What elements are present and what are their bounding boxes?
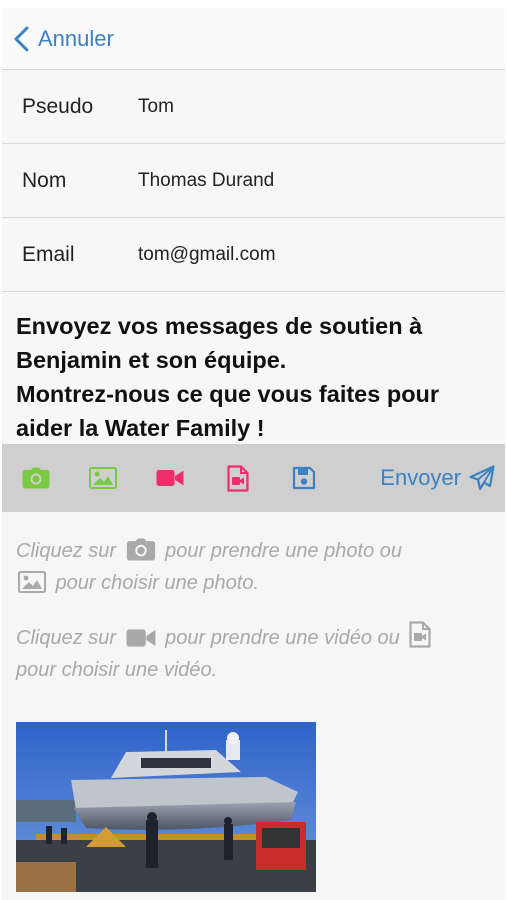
save-button[interactable]	[286, 444, 322, 512]
cancel-button[interactable]: Annuler	[12, 26, 114, 52]
nom-row[interactable]: Nom Thomas Durand	[2, 144, 505, 218]
choose-video-button[interactable]	[220, 444, 256, 512]
save-icon	[292, 466, 316, 490]
support-message: Envoyez vos messages de soutien à Benjam…	[2, 292, 505, 444]
boat-photo	[16, 722, 316, 892]
nav-bar: Annuler	[2, 8, 505, 70]
video-camera-icon	[156, 470, 184, 486]
video-camera-icon	[126, 629, 156, 647]
pseudo-field[interactable]: Tom	[138, 96, 174, 118]
message-line: aider la Water Family !	[16, 415, 265, 441]
image-icon	[18, 571, 46, 593]
send-label: Envoyer	[380, 465, 461, 490]
take-photo-button[interactable]	[18, 444, 54, 512]
choose-photo-button[interactable]	[85, 444, 121, 512]
camera-icon	[126, 538, 155, 561]
message-line: Montrez-nous ce que vous faites pour	[16, 381, 440, 407]
cancel-label: Annuler	[38, 25, 114, 51]
email-row[interactable]: Email tom@gmail.com	[2, 218, 505, 292]
media-toolbar: Envoyer	[2, 444, 505, 512]
photo-help-text: pour prendre une photo ou	[165, 540, 403, 562]
pseudo-label: Pseudo	[22, 94, 94, 118]
pseudo-row[interactable]: Pseudo Tom	[2, 70, 505, 144]
attached-photo[interactable]	[16, 722, 316, 892]
photo-help-text: Cliquez sur	[16, 540, 117, 562]
camera-icon	[22, 467, 50, 489]
photo-instructions: Cliquez sur pour prendre une photo ou po…	[2, 535, 505, 599]
video-help-text: Cliquez sur	[16, 627, 117, 649]
video-instructions: Cliquez sur pour prendre une vidéo ou po…	[2, 621, 505, 686]
email-field[interactable]: tom@gmail.com	[138, 244, 276, 266]
compose-screen: Annuler Pseudo Tom Nom Thomas Durand Ema…	[2, 8, 505, 900]
video-file-icon	[409, 621, 431, 648]
message-line: Envoyez vos messages de soutien à	[16, 313, 423, 339]
photo-help-text: pour choisir une photo.	[55, 572, 260, 594]
nom-label: Nom	[22, 168, 67, 192]
email-label: Email	[22, 242, 75, 266]
send-button[interactable]: Envoyer	[380, 444, 495, 512]
chevron-left-icon	[14, 26, 29, 51]
message-line: Benjamin et son équipe.	[16, 347, 287, 373]
video-help-text: pour choisir une vidéo.	[16, 659, 218, 681]
paper-plane-icon	[469, 465, 495, 491]
nom-field[interactable]: Thomas Durand	[138, 170, 274, 192]
image-icon	[89, 467, 117, 489]
take-video-button[interactable]	[152, 444, 188, 512]
video-help-text: pour prendre une vidéo ou	[165, 627, 400, 649]
video-file-icon	[227, 464, 249, 492]
